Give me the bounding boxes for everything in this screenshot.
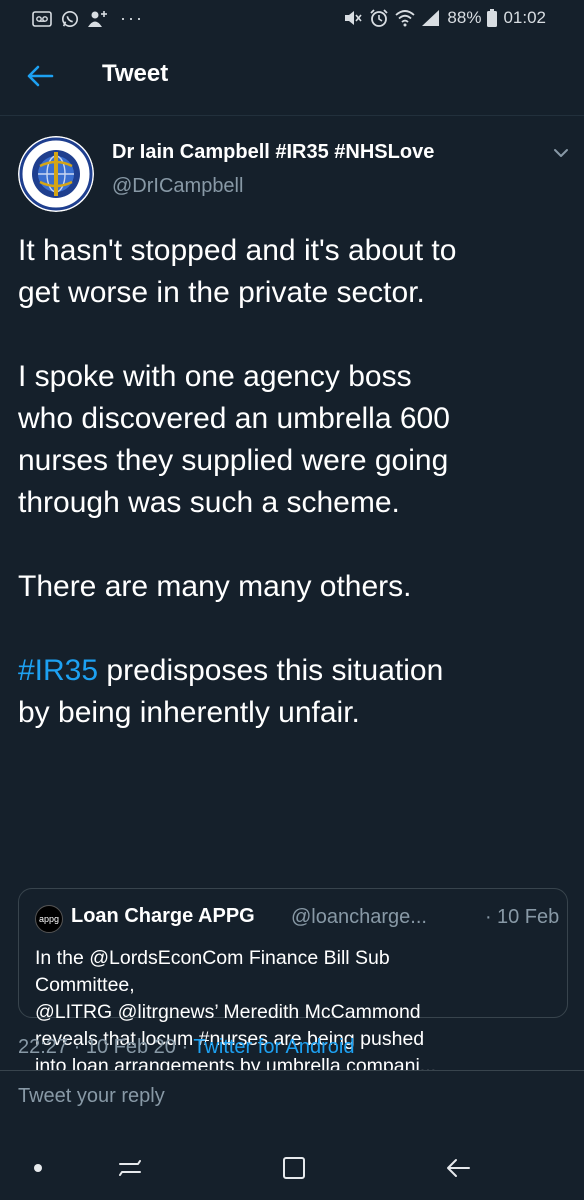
- quoted-separator: ·: [485, 906, 492, 928]
- whatsapp-icon: [61, 10, 79, 27]
- tweet-paragraph: It hasn't stopped and it's about to get …: [18, 234, 457, 309]
- tweet-text: It hasn't stopped and it's about to get …: [18, 230, 568, 734]
- back-arrow-icon: [447, 1159, 470, 1177]
- battery-icon: [487, 9, 498, 27]
- back-arrow-icon: [27, 65, 54, 87]
- quoted-author-name: Loan Charge APPG: [71, 905, 255, 927]
- quoted-tweet[interactable]: appg Loan Charge APPG @loancharge... · 1…: [18, 888, 568, 1077]
- reply-input[interactable]: Tweet your reply: [18, 1085, 165, 1108]
- tweet-paragraph: I spoke with one agency boss who discove…: [18, 360, 450, 519]
- clock: 01:02: [503, 8, 546, 27]
- status-bar-system: 88% 01:02: [343, 8, 546, 28]
- tweet-source-link[interactable]: Twitter for Android: [193, 1036, 354, 1058]
- recent-apps-icon: [119, 1160, 141, 1176]
- home-icon: [283, 1157, 305, 1179]
- voicemail-icon: [32, 10, 52, 27]
- mute-icon: [345, 11, 363, 25]
- reply-bar: Tweet your reply: [0, 1070, 584, 1134]
- back-button[interactable]: [22, 58, 58, 94]
- battery-level: 88%: [447, 8, 482, 27]
- tweet-timestamp: 22:27 · 10 Feb 20 ·: [18, 1036, 194, 1058]
- hashtag-link[interactable]: #IR35: [18, 654, 98, 687]
- tweet-meta: 22:27 · 10 Feb 20 · Twitter for Android: [18, 1036, 355, 1064]
- home-button[interactable]: [278, 1152, 310, 1184]
- chevron-down-icon[interactable]: [550, 145, 572, 161]
- recent-apps-button[interactable]: [114, 1152, 146, 1184]
- more-notifications-indicator: ···: [120, 8, 144, 28]
- dot-icon: [34, 1164, 42, 1172]
- tweet-paragraph: #IR35 predisposes this situation by bein…: [18, 650, 568, 734]
- alarm-icon: [370, 9, 389, 27]
- author-name[interactable]: Dr Iain Campbell #IR35 #NHSLove: [112, 141, 434, 164]
- back-nav-button[interactable]: [442, 1152, 474, 1184]
- quoted-author-avatar: appg: [35, 905, 63, 933]
- wifi-icon: [395, 10, 416, 27]
- add-contact-icon: [88, 10, 107, 27]
- quoted-author-handle: @loancharge...: [291, 906, 427, 928]
- author-handle[interactable]: @DrICampbell: [112, 175, 243, 198]
- system-nav-bar: [0, 1134, 584, 1200]
- nav-dot-button[interactable]: [22, 1152, 54, 1184]
- quoted-date: 10 Feb: [497, 906, 560, 928]
- tweet-paragraph: There are many many others.: [18, 570, 412, 603]
- status-bar: ··· 88% 01:02: [0, 0, 584, 36]
- status-bar-notifications: ···: [32, 8, 144, 29]
- app-header: Tweet: [0, 36, 584, 116]
- author-avatar[interactable]: [18, 136, 94, 212]
- association-logo-icon: [18, 136, 94, 212]
- page-title: Tweet: [102, 60, 169, 87]
- signal-icon: [422, 10, 440, 26]
